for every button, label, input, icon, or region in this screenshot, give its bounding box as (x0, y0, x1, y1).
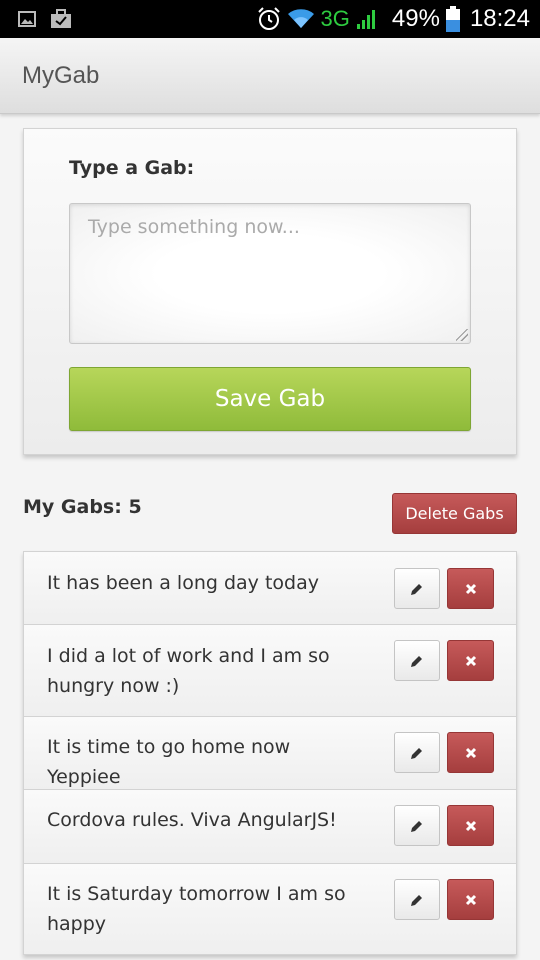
pencil-icon (411, 820, 422, 832)
gabs-count: My Gabs: 5 (23, 496, 142, 518)
gab-input[interactable] (69, 203, 471, 344)
clock: 18:24 (469, 5, 530, 32)
list-item: I did a lot of work and I am so hungry n… (24, 625, 516, 717)
gab-text: It is time to go home now Yeppiee (47, 736, 291, 788)
close-icon (465, 820, 476, 831)
status-bar: 3G 49% 18:24 (0, 0, 540, 38)
image-icon (18, 11, 36, 27)
network-type: 3G (320, 6, 350, 31)
list-item: It has been a long day today (24, 552, 516, 625)
pencil-icon (411, 894, 422, 906)
app-bar: MyGab (0, 38, 540, 114)
pencil-icon (411, 583, 422, 595)
list-item: It is Saturday tomorrow I am so happy (24, 864, 516, 954)
gab-text: Cordova rules. Viva AngularJS! (47, 809, 337, 831)
gab-text: It is Saturday tomorrow I am so happy (47, 883, 346, 935)
close-icon (465, 747, 476, 758)
pencil-icon (411, 747, 422, 759)
gab-input-label: Type a Gab: (69, 157, 195, 179)
app-title: MyGab (22, 62, 100, 89)
wifi-icon (287, 9, 314, 28)
save-gab-button[interactable]: Save Gab (69, 367, 471, 431)
edit-button[interactable] (394, 640, 440, 681)
gab-text: It has been a long day today (47, 572, 319, 594)
close-icon (465, 583, 476, 594)
briefcase-check-icon (51, 9, 71, 28)
delete-button[interactable] (447, 732, 494, 773)
delete-button[interactable] (447, 640, 494, 681)
delete-button[interactable] (447, 879, 494, 920)
close-icon (465, 894, 476, 905)
list-item: It is time to go home now Yeppiee (24, 717, 516, 790)
edit-button[interactable] (394, 568, 440, 609)
close-icon (465, 655, 476, 666)
edit-button[interactable] (394, 732, 440, 773)
alarm-icon (257, 7, 280, 30)
delete-button[interactable] (447, 805, 494, 846)
list-item: Cordova rules. Viva AngularJS! (24, 790, 516, 864)
delete-button[interactable] (447, 568, 494, 609)
delete-gabs-button[interactable]: Delete Gabs (392, 493, 517, 534)
resize-grip-icon[interactable] (456, 329, 468, 341)
battery-icon (445, 6, 460, 32)
edit-button[interactable] (394, 805, 440, 846)
gab-form-card: Type a Gab: Save Gab (23, 128, 517, 455)
gab-text: I did a lot of work and I am so hungry n… (47, 645, 330, 697)
edit-button[interactable] (394, 879, 440, 920)
battery-percent: 49% (391, 5, 440, 32)
pencil-icon (411, 655, 422, 667)
signal-icon (356, 10, 375, 29)
gab-list: It has been a long day today I did a lot… (23, 551, 517, 955)
